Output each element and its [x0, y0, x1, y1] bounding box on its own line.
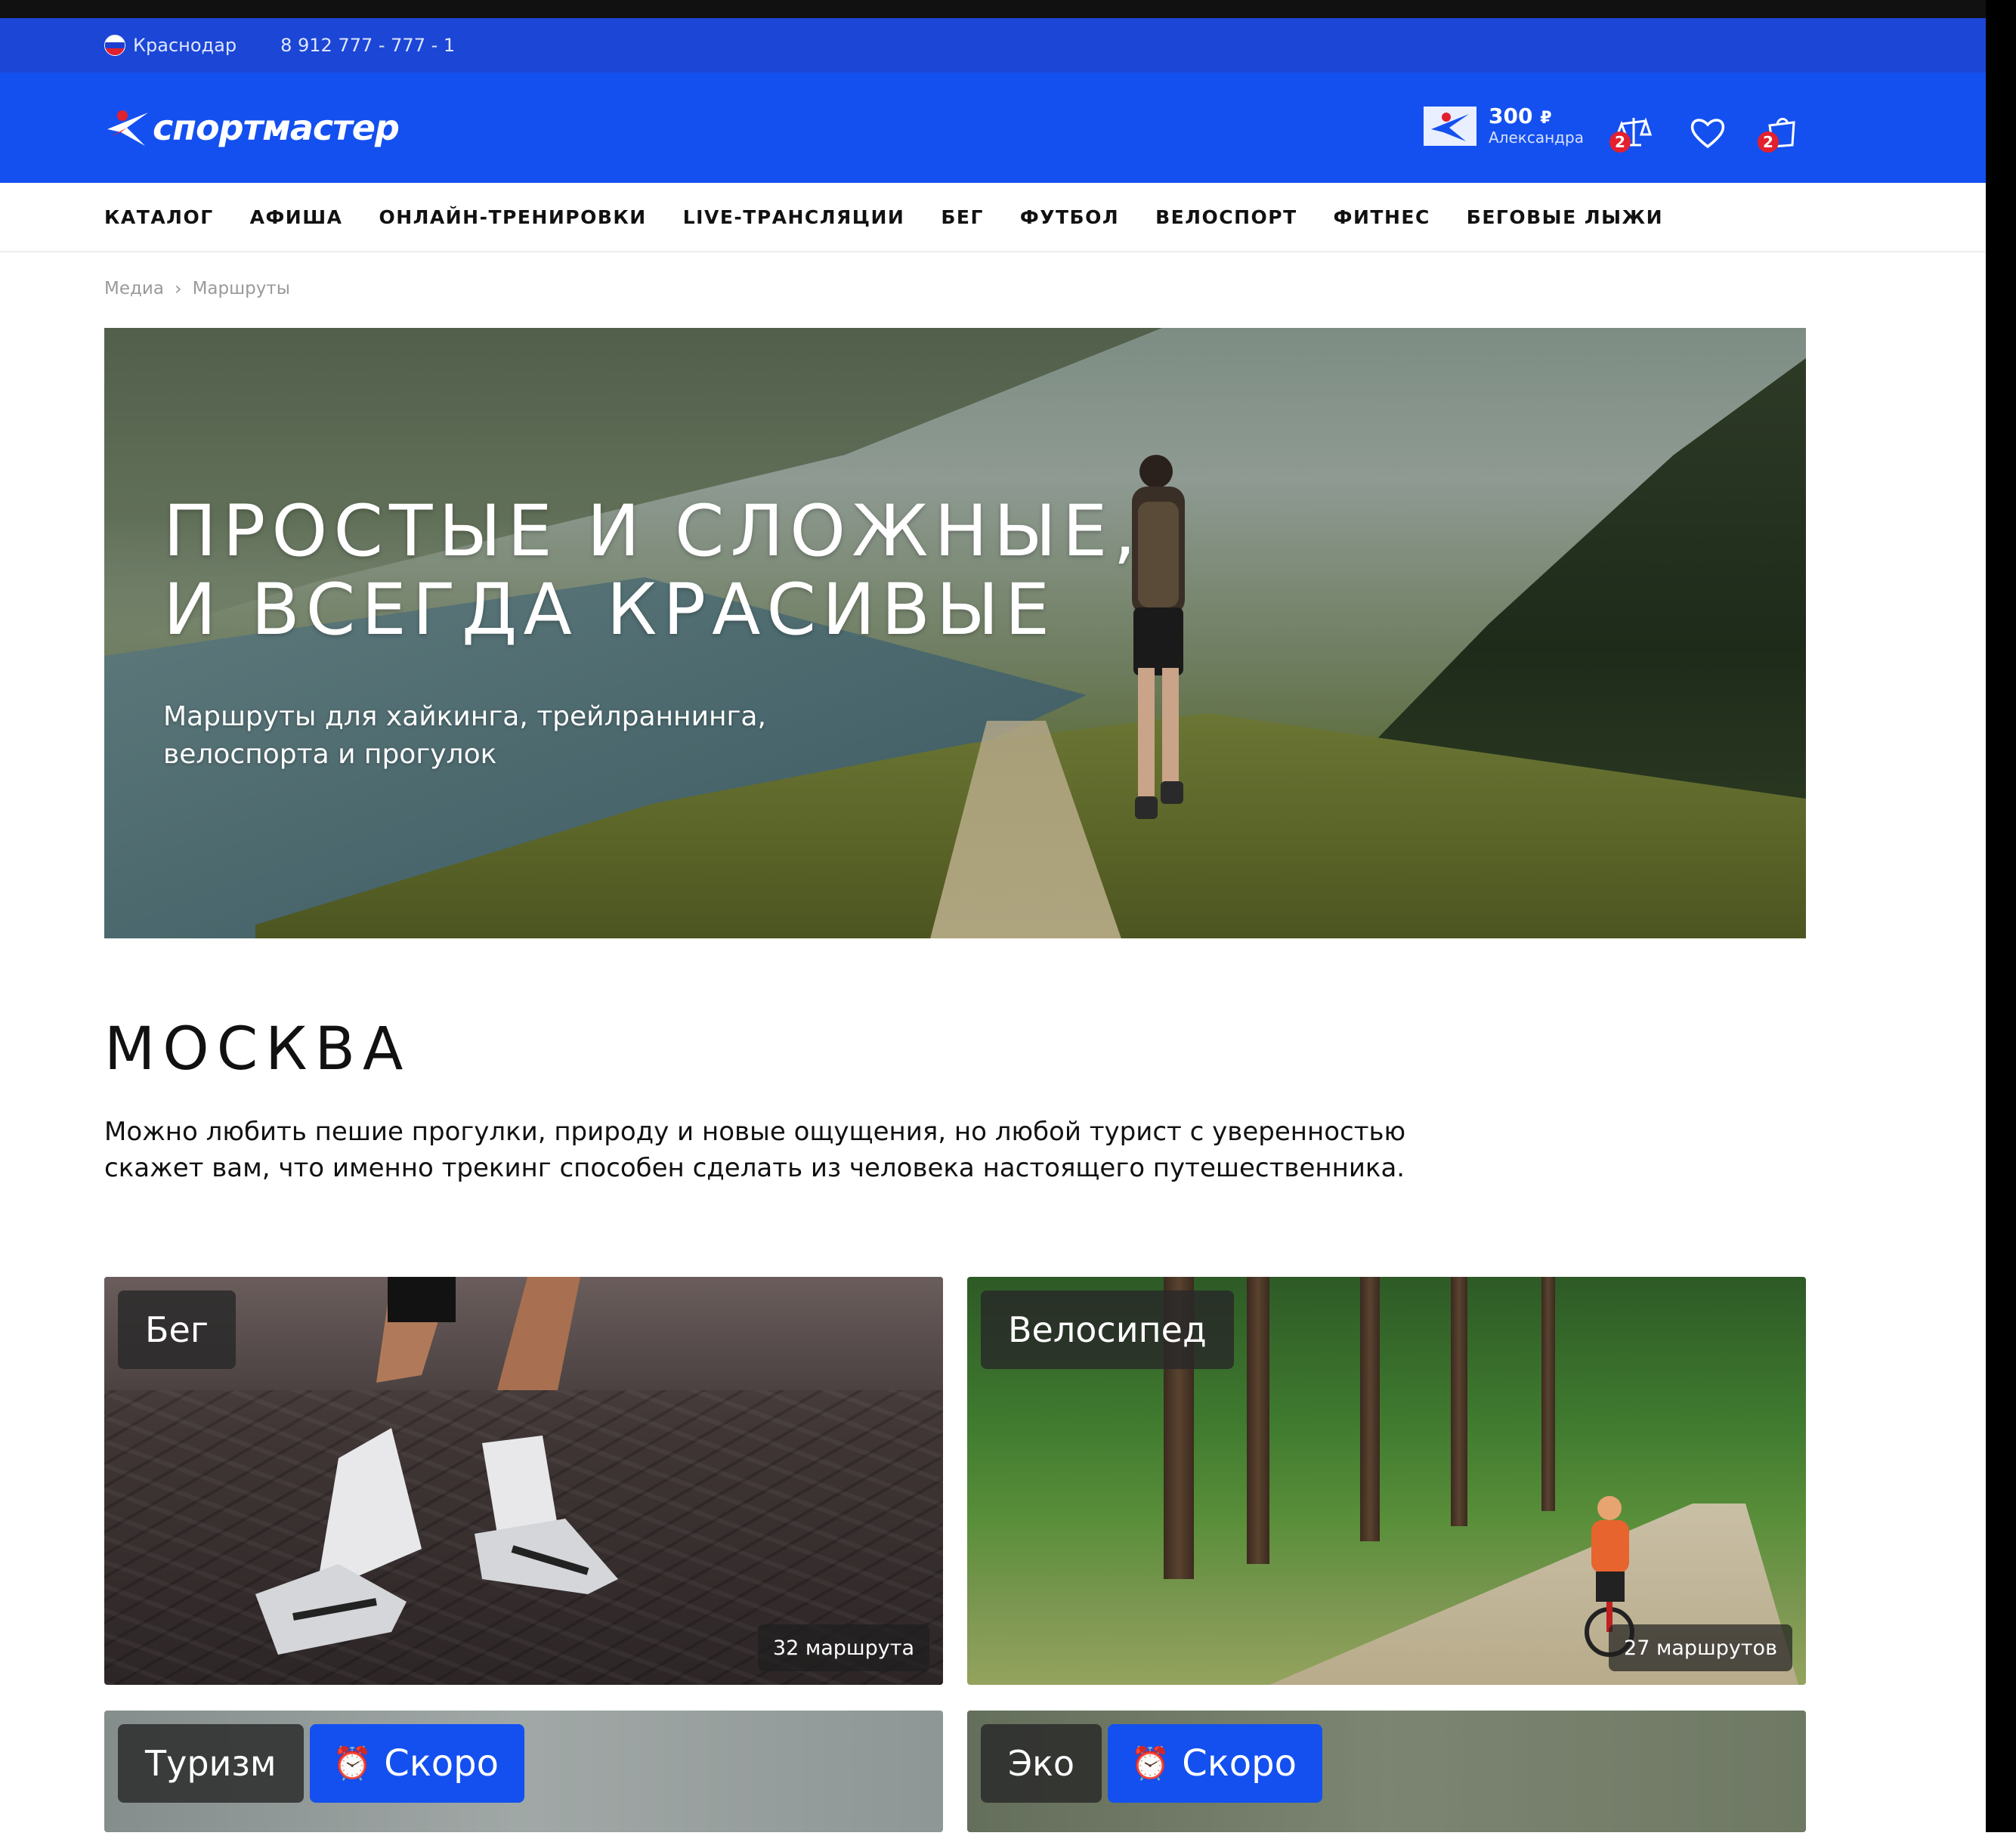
tree-trunk	[1541, 1277, 1555, 1511]
nav-item-cycling[interactable]: ВЕЛОСПОРТ	[1155, 206, 1297, 228]
card-label-eco: Эко	[981, 1724, 1102, 1803]
tree-trunk	[1451, 1277, 1467, 1526]
logo-runner-icon	[107, 110, 148, 146]
bonus-amount: 300	[1489, 104, 1533, 128]
nav-item-online-trainings[interactable]: ОНЛАЙН-ТРЕНИРОВКИ	[379, 206, 646, 228]
alarm-clock-icon: ⏰	[332, 1745, 373, 1782]
nav-item-football[interactable]: ФУТБОЛ	[1020, 206, 1119, 228]
soon-badge-eco: ⏰ Скоро	[1108, 1724, 1323, 1803]
nav-item-live[interactable]: LIVE-ТРАНСЛЯЦИИ	[683, 206, 905, 228]
city-name: Краснодар	[133, 35, 237, 56]
card-count-running: 32 маршрута	[757, 1624, 929, 1671]
section-intro: Можно любить пешие прогулки, природу и н…	[104, 1117, 1406, 1183]
nav-item-running[interactable]: БЕГ	[941, 206, 984, 228]
route-card-eco[interactable]: Эко ⏰ Скоро	[967, 1711, 1806, 1832]
sportmaster-logo[interactable]: спортмастер	[104, 103, 400, 153]
heart-icon	[1690, 119, 1725, 149]
route-card-tourism[interactable]: Туризм ⏰ Скоро	[104, 1711, 943, 1832]
bonus-card-icon	[1424, 106, 1476, 146]
utility-bar: Краснодар 8 912 777 - 777 - 1	[0, 18, 1986, 73]
favorites-button[interactable]	[1687, 112, 1729, 154]
soon-badge-tourism: ⏰ Скоро	[310, 1724, 525, 1803]
bonus-currency: ₽	[1540, 109, 1552, 128]
runner-legs-image	[255, 1277, 618, 1655]
section-title: МОСКВА	[104, 1015, 411, 1083]
logo-text: спортмастер	[153, 107, 400, 148]
cart-count-badge: 2	[1758, 131, 1779, 153]
main-header: спортмастер 300 ₽ Александра 2 2	[0, 73, 1986, 183]
nav-item-fitness[interactable]: ФИТНЕС	[1334, 206, 1430, 228]
tree-trunk	[1360, 1277, 1380, 1541]
nav-item-catalog[interactable]: КАТАЛОГ	[104, 206, 214, 228]
card-count-cycling: 27 маршрутов	[1609, 1624, 1792, 1671]
hero-title: ПРОСТЫЕ И СЛОЖНЫЕ, И ВСЕГДА КРАСИВЫЕ	[163, 490, 1143, 651]
compare-count-badge: 2	[1609, 131, 1631, 153]
compare-button[interactable]: 2	[1609, 112, 1655, 154]
bonus-account[interactable]: 300 ₽ Александра	[1424, 106, 1584, 146]
breadcrumb-routes[interactable]: Маршруты	[193, 279, 290, 298]
card-label-cycling: Велосипед	[981, 1290, 1234, 1369]
russia-flag-icon	[104, 35, 125, 56]
bonus-user-name: Александра	[1489, 128, 1584, 147]
cart-button[interactable]: 2	[1758, 112, 1803, 154]
route-card-cycling[interactable]: Велосипед 27 маршрутов	[967, 1277, 1806, 1685]
tree-trunk	[1247, 1277, 1269, 1564]
main-navigation: КАТАЛОГ АФИША ОНЛАЙН-ТРЕНИРОВКИ LIVE-ТРА…	[0, 183, 1986, 252]
nav-item-ski[interactable]: БЕГОВЫЕ ЛЫЖИ	[1467, 206, 1663, 228]
route-card-running[interactable]: Бег 32 маршрута	[104, 1277, 943, 1685]
breadcrumb-media[interactable]: Медиа	[104, 279, 164, 298]
nav-item-afisha[interactable]: АФИША	[250, 206, 343, 228]
hero-banner: ПРОСТЫЕ И СЛОЖНЫЕ, И ВСЕГДА КРАСИВЫЕ Мар…	[104, 328, 1806, 938]
hero-subtitle: Маршруты для хайкинга, трейлраннинга, ве…	[163, 701, 766, 770]
phone-number[interactable]: 8 912 777 - 777 - 1	[280, 35, 455, 56]
alarm-clock-icon: ⏰	[1130, 1745, 1170, 1782]
window-right-edge	[1986, 0, 2016, 1832]
card-label-tourism: Туризм	[118, 1724, 304, 1803]
breadcrumb: Медиа › Маршруты	[104, 278, 290, 299]
chevron-right-icon: ›	[174, 278, 182, 299]
window-top-edge	[0, 0, 1986, 18]
card-label-running: Бег	[118, 1290, 237, 1369]
city-selector[interactable]: Краснодар	[104, 35, 237, 56]
